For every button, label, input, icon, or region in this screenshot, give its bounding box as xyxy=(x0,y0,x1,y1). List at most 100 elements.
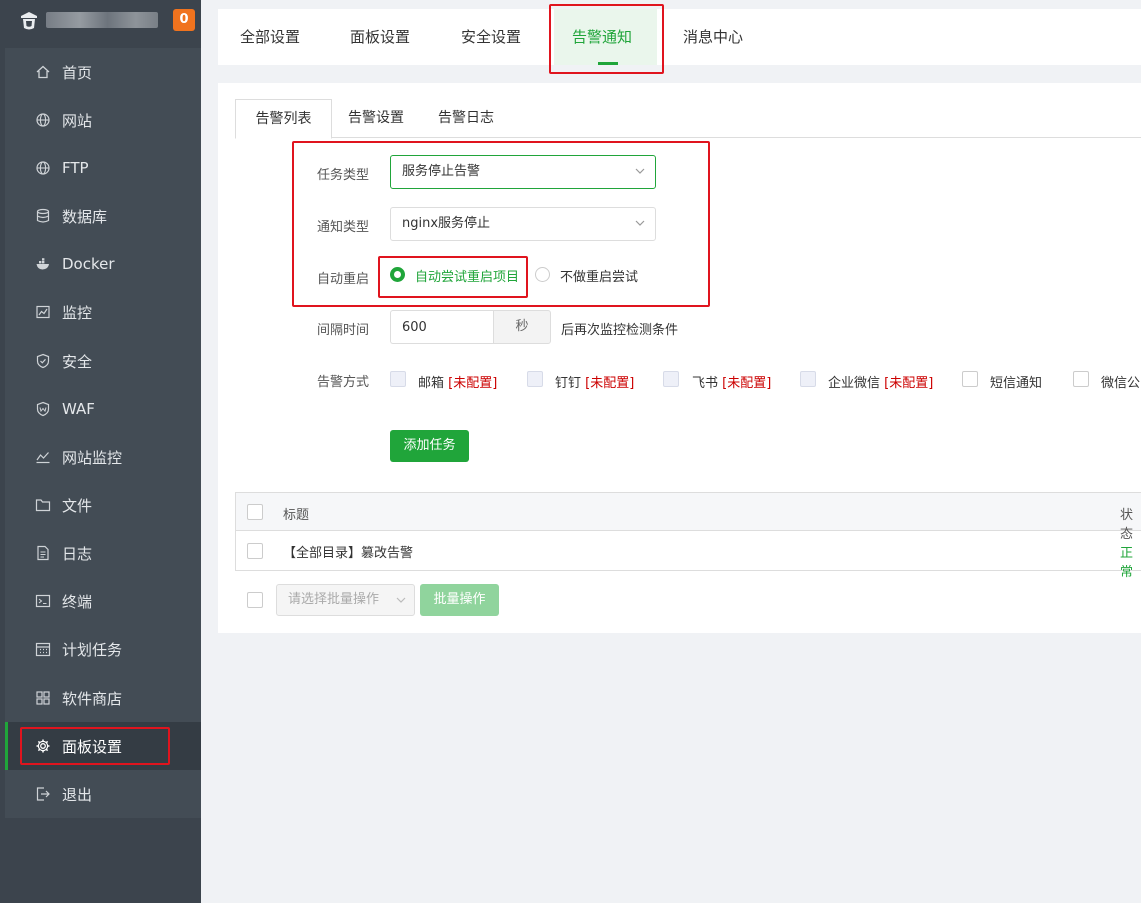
sidebar-item-site-monitor[interactable]: 网站监控 xyxy=(5,433,201,481)
method-wechat-checkbox[interactable] xyxy=(1073,371,1089,387)
notify-type-label: 通知类型 xyxy=(317,220,370,235)
tab-message-center[interactable]: 消息中心 xyxy=(683,9,743,65)
sidebar-item-home[interactable]: 首页 xyxy=(5,48,201,96)
waf-shield-icon xyxy=(35,401,51,417)
notify-type-value: nginx服务停止 xyxy=(402,216,491,231)
sidebar-item-security[interactable]: 安全 xyxy=(5,337,201,385)
not-configured-link[interactable]: [未配置] xyxy=(884,376,933,391)
auto-restart-label: 自动重启 xyxy=(317,272,370,287)
auto-restart-off-label[interactable]: 不做重启尝试 xyxy=(560,266,638,285)
chart-line-icon xyxy=(35,449,51,465)
sidebar-item-label: FTP xyxy=(62,159,89,177)
sidebar-item-label: 网站监控 xyxy=(62,448,123,467)
hostname-blurred xyxy=(46,12,158,28)
sidebar-item-database[interactable]: 数据库 xyxy=(5,192,201,240)
column-title: 标题 xyxy=(283,508,310,523)
interval-input[interactable] xyxy=(390,310,494,344)
notify-type-select[interactable]: nginx服务停止 xyxy=(390,207,656,241)
apps-icon xyxy=(35,690,51,706)
method-wecom-label: 企业微信 [未配置] xyxy=(828,372,933,391)
sidebar-item-label: 退出 xyxy=(62,785,93,804)
sidebar-item-app-store[interactable]: 软件商店 xyxy=(5,674,201,722)
method-feishu-label: 飞书 [未配置] xyxy=(692,372,771,391)
not-configured-link[interactable]: [未配置] xyxy=(585,376,634,391)
sidebar-item-label: 计划任务 xyxy=(62,640,123,659)
chevron-down-icon xyxy=(396,597,406,603)
sidebar-item-logout[interactable]: 退出 xyxy=(5,770,201,818)
auto-restart-off-radio[interactable] xyxy=(535,267,550,282)
sidebar-item-label: 终端 xyxy=(62,592,93,611)
alert-panel: 告警列表 告警设置 告警日志 任务类型 服务停止告警 通知类型 nginx服务停… xyxy=(218,83,1141,633)
folder-icon xyxy=(35,497,51,513)
gear-icon xyxy=(35,738,51,754)
sidebar-item-label: 软件商店 xyxy=(62,689,123,708)
logout-icon xyxy=(35,786,51,802)
tab-all-settings[interactable]: 全部设置 xyxy=(240,9,300,65)
task-type-value: 服务停止告警 xyxy=(402,164,481,179)
database-icon xyxy=(35,208,51,224)
sidebar-item-label: 网站 xyxy=(62,111,93,130)
docker-icon xyxy=(35,256,51,272)
auto-restart-on-label[interactable]: 自动尝试重启项目 xyxy=(415,266,519,285)
tab-security-settings[interactable]: 安全设置 xyxy=(461,9,521,65)
method-sms-checkbox[interactable] xyxy=(962,371,978,387)
log-icon xyxy=(35,545,51,561)
method-wechat-label: 微信公 xyxy=(1101,376,1141,391)
subtab-alert-settings[interactable]: 告警设置 xyxy=(348,99,404,138)
sidebar-item-ftp[interactable]: FTP xyxy=(5,144,201,192)
task-type-select[interactable]: 服务停止告警 xyxy=(390,155,656,189)
add-task-button[interactable]: 添加任务 xyxy=(390,430,469,462)
method-wecom-checkbox[interactable] xyxy=(800,371,816,387)
method-email-checkbox[interactable] xyxy=(390,371,406,387)
alert-table: 标题 状态 【全部目录】篡改告警 正常 xyxy=(235,492,1141,580)
method-dingtalk-checkbox[interactable] xyxy=(527,371,543,387)
sidebar-item-label: Docker xyxy=(62,255,115,273)
sidebar-item-monitor[interactable]: 监控 xyxy=(5,288,201,336)
column-status: 状态 xyxy=(1120,508,1134,542)
method-wecom-name: 企业微信 xyxy=(828,376,881,391)
sidebar-item-files[interactable]: 文件 xyxy=(5,481,201,529)
panel-logo-icon xyxy=(21,12,37,30)
not-configured-link[interactable]: [未配置] xyxy=(448,376,497,391)
row-checkbox[interactable] xyxy=(247,543,263,559)
method-email-name: 邮箱 xyxy=(418,376,445,391)
sidebar-item-label: 文件 xyxy=(62,496,93,515)
auto-restart-on-radio[interactable] xyxy=(390,267,405,282)
sidebar-item-label: 日志 xyxy=(62,544,93,563)
chevron-down-icon xyxy=(635,220,645,226)
sidebar-item-logs[interactable]: 日志 xyxy=(5,529,201,577)
sidebar-item-terminal[interactable]: 终端 xyxy=(5,577,201,625)
method-dingtalk-name: 钉钉 xyxy=(555,376,582,391)
sidebar-item-label: 数据库 xyxy=(62,207,108,226)
interval-unit: 秒 xyxy=(493,310,551,344)
method-dingtalk-label: 钉钉 [未配置] xyxy=(555,372,634,391)
task-type-label: 任务类型 xyxy=(317,168,370,183)
bulk-select-all-checkbox[interactable] xyxy=(247,592,263,608)
sidebar-item-label: 安全 xyxy=(62,352,93,371)
terminal-icon xyxy=(35,593,51,609)
tab-alert-notifications[interactable]: 告警通知 xyxy=(554,9,657,65)
row-status[interactable]: 正常 xyxy=(1120,542,1141,580)
method-feishu-checkbox[interactable] xyxy=(663,371,679,387)
sidebar-item-docker[interactable]: Docker xyxy=(5,240,201,288)
sidebar-item-panel-settings[interactable]: 面板设置 xyxy=(5,722,201,770)
subtab-alert-logs[interactable]: 告警日志 xyxy=(438,99,494,138)
subtab-alert-list[interactable]: 告警列表 xyxy=(235,99,332,139)
not-configured-link[interactable]: [未配置] xyxy=(722,376,771,391)
select-all-checkbox[interactable] xyxy=(247,504,263,520)
sidebar-item-waf[interactable]: WAF xyxy=(5,385,201,433)
row-title: 【全部目录】篡改告警 xyxy=(283,546,414,561)
interval-suffix: 后再次监控检测条件 xyxy=(561,323,679,338)
sidebar-item-website[interactable]: 网站 xyxy=(5,96,201,144)
sidebar-item-label: 面板设置 xyxy=(62,737,123,756)
method-sms-label: 短信通知 xyxy=(990,376,1043,391)
shield-icon xyxy=(35,353,51,369)
globe-icon xyxy=(35,160,51,176)
notification-badge[interactable]: 0 xyxy=(173,9,195,31)
active-tab-indicator xyxy=(598,62,618,65)
bulk-action-select[interactable]: 请选择批量操作 xyxy=(276,584,415,616)
bulk-action-button[interactable]: 批量操作 xyxy=(420,584,499,616)
alert-sub-tabs: 告警列表 告警设置 告警日志 xyxy=(235,99,1141,139)
sidebar-item-cron[interactable]: 计划任务 xyxy=(5,625,201,673)
tab-panel-settings[interactable]: 面板设置 xyxy=(350,9,410,65)
